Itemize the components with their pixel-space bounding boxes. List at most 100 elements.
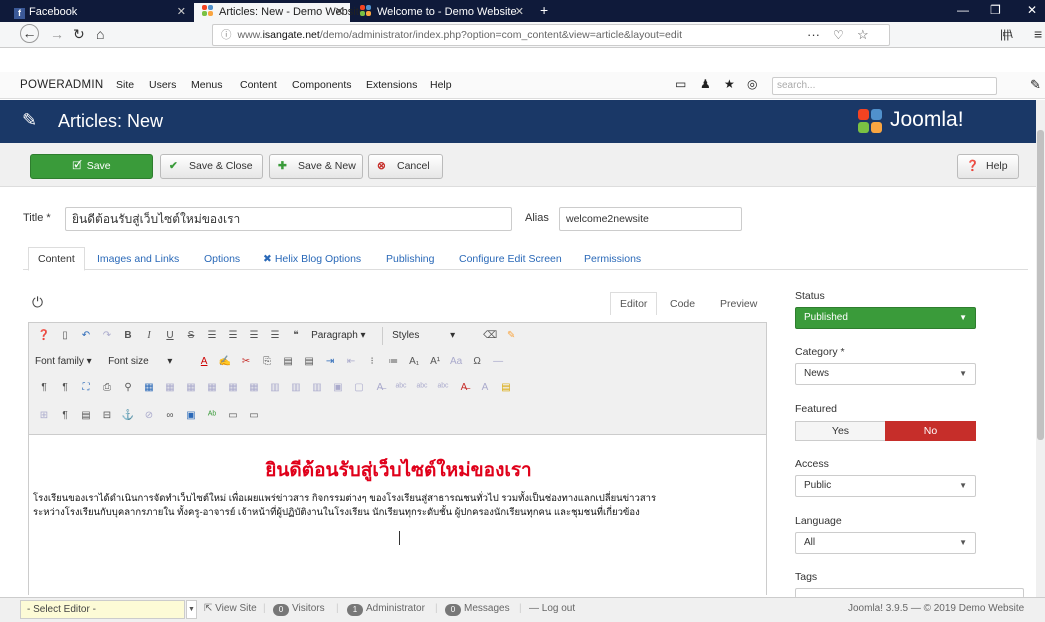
- close-window-icon[interactable]: ✕: [1027, 3, 1037, 17]
- messages-icon[interactable]: ▭: [675, 77, 686, 91]
- minimize-icon[interactable]: —: [957, 3, 969, 17]
- alias-input[interactable]: welcome2newsite: [559, 207, 742, 231]
- star-icon[interactable]: ★: [724, 77, 735, 91]
- logout-link[interactable]: — Log out: [529, 603, 575, 614]
- link-icon[interactable]: ∞: [161, 407, 179, 425]
- undo-icon[interactable]: ↶: [77, 327, 95, 345]
- abbr-icon[interactable]: A̶: [371, 379, 389, 397]
- menu-icon[interactable]: ≡: [1034, 26, 1042, 42]
- table-icon[interactable]: ▦: [140, 379, 158, 397]
- bold-icon[interactable]: B: [119, 327, 137, 345]
- align-justify-icon[interactable]: ☰: [266, 327, 284, 345]
- view-site-link[interactable]: ⇱ View Site: [204, 603, 257, 614]
- editor-content-area[interactable]: ยินดีต้อนรับสู่เว็บไซต์ใหม่ของเรา โรงเรี…: [28, 435, 767, 595]
- restore-icon[interactable]: ❐: [990, 3, 1001, 17]
- category-select[interactable]: News ▼: [795, 363, 976, 385]
- reload-icon[interactable]: ↻: [73, 26, 85, 43]
- delete-col-icon[interactable]: ▥: [308, 379, 326, 397]
- menu-help[interactable]: Help: [430, 79, 452, 91]
- delete-text-icon[interactable]: ᵃᵇᶜ: [434, 379, 452, 397]
- merge-cells-icon[interactable]: ▢: [350, 379, 368, 397]
- url-bar[interactable]: ⓘ www.isangate.net/demo/administrator/ind…: [212, 24, 890, 46]
- subscript-icon[interactable]: A₁: [405, 353, 423, 371]
- tab-welcome[interactable]: Welcome to - Demo Website ✕: [352, 3, 530, 22]
- language-select[interactable]: All ▼: [795, 532, 976, 554]
- fullscreen-icon[interactable]: ⛶: [77, 379, 95, 397]
- spellcheck-icon[interactable]: ᴬᵇ: [203, 407, 221, 425]
- tab-articles-new[interactable]: Articles: New - Demo Website ✕: [194, 3, 365, 22]
- scrollbar-thumb[interactable]: [1037, 130, 1044, 440]
- visual-aid-icon[interactable]: ⊞: [35, 407, 53, 425]
- more-actions-icon[interactable]: ···: [807, 25, 820, 45]
- horizontal-rule-icon[interactable]: —: [489, 353, 507, 371]
- blockquote-icon[interactable]: ❝: [287, 327, 305, 345]
- menu-components[interactable]: Components: [292, 79, 352, 91]
- unlink-icon[interactable]: ⊘: [140, 407, 158, 425]
- cancel-button[interactable]: ⊗ Cancel: [368, 154, 443, 179]
- home-icon[interactable]: ⌂: [96, 26, 104, 42]
- save-new-button[interactable]: ✚ Save & New: [269, 154, 363, 179]
- new-document-icon[interactable]: ▯: [56, 327, 74, 345]
- tab-content[interactable]: Content: [28, 247, 85, 271]
- select-editor-input[interactable]: - Select Editor -: [20, 600, 185, 619]
- info-icon[interactable]: ⓘ: [221, 29, 232, 41]
- template-icon[interactable]: ▤: [497, 379, 515, 397]
- citation-icon[interactable]: ᵃᵇᶜ: [413, 379, 431, 397]
- pushpin-icon[interactable]: ✎: [502, 327, 520, 345]
- close-tab-icon[interactable]: ✕: [515, 3, 524, 22]
- help-circle-icon[interactable]: ◎: [747, 77, 757, 91]
- help-button[interactable]: ❓ Help: [957, 154, 1019, 179]
- superscript-icon[interactable]: A¹: [426, 353, 444, 371]
- align-left-icon[interactable]: ☰: [203, 327, 221, 345]
- italic-icon[interactable]: I: [140, 327, 158, 345]
- show-blocks-icon[interactable]: ¶: [56, 407, 74, 425]
- tab-publishing[interactable]: Publishing: [386, 253, 434, 265]
- row-props-icon[interactable]: ▦: [161, 379, 179, 397]
- code-sample-icon[interactable]: ▭: [245, 407, 263, 425]
- brand-logo[interactable]: POWERADMIN: [20, 79, 104, 91]
- messages-status[interactable]: 0 Messages: [445, 603, 510, 616]
- media-icon[interactable]: ▭: [224, 407, 242, 425]
- acronym-icon[interactable]: ᵃᵇᶜ: [392, 379, 410, 397]
- font-case-icon[interactable]: Aa: [447, 353, 465, 371]
- align-right-icon[interactable]: ☰: [245, 327, 263, 345]
- power-toggle-icon[interactable]: ⏻: [32, 294, 43, 311]
- special-char-icon[interactable]: Ω: [468, 353, 486, 371]
- strike-text-icon[interactable]: A̶: [455, 379, 473, 397]
- save-close-button[interactable]: ✔ Save & Close: [160, 154, 263, 179]
- close-tab-icon[interactable]: ✕: [335, 3, 344, 22]
- save-button[interactable]: 🗹 Save: [30, 154, 153, 179]
- image-icon[interactable]: ▣: [182, 407, 200, 425]
- insert-col-before-icon[interactable]: ▥: [266, 379, 284, 397]
- eraser-icon[interactable]: ⌫: [481, 327, 499, 345]
- styles-select[interactable]: Styles ▾: [392, 327, 472, 345]
- highlight-icon[interactable]: ✍: [216, 353, 234, 371]
- menu-users[interactable]: Users: [149, 79, 176, 91]
- edit-pen-icon[interactable]: ✎: [1030, 77, 1041, 93]
- page-scrollbar[interactable]: [1036, 100, 1045, 597]
- paste-text-icon[interactable]: ▤: [300, 353, 318, 371]
- redo-icon[interactable]: ↷: [98, 327, 116, 345]
- user-icon[interactable]: ♟: [700, 77, 711, 91]
- featured-yes-button[interactable]: Yes: [795, 421, 885, 441]
- paragraph-select[interactable]: Paragraph ▾: [311, 327, 384, 345]
- insert-col-after-icon[interactable]: ▥: [287, 379, 305, 397]
- menu-content[interactable]: Content: [240, 79, 277, 91]
- tab-configure-edit-screen[interactable]: Configure Edit Screen: [459, 253, 562, 265]
- font-family-select[interactable]: Font family ▾: [35, 353, 99, 371]
- numbered-list-icon[interactable]: ≔: [384, 353, 402, 371]
- menu-site[interactable]: Site: [116, 79, 134, 91]
- rtl-icon[interactable]: ¶: [56, 379, 74, 397]
- menu-extensions[interactable]: Extensions: [366, 79, 417, 91]
- back-arrow-icon[interactable]: ←: [20, 24, 39, 43]
- page-break-icon[interactable]: ▤: [77, 407, 95, 425]
- tab-permissions[interactable]: Permissions: [584, 253, 641, 265]
- underline-icon[interactable]: U: [161, 327, 179, 345]
- administrator-status[interactable]: 1 Administrator: [347, 603, 425, 616]
- insert-row-before-icon[interactable]: ▦: [203, 379, 221, 397]
- new-tab-icon[interactable]: +: [540, 2, 548, 18]
- copy-icon[interactable]: ⎘: [258, 353, 276, 371]
- close-tab-icon[interactable]: ✕: [177, 3, 186, 22]
- forward-arrow-icon[interactable]: →: [50, 26, 64, 42]
- code-tab[interactable]: Code: [670, 298, 695, 310]
